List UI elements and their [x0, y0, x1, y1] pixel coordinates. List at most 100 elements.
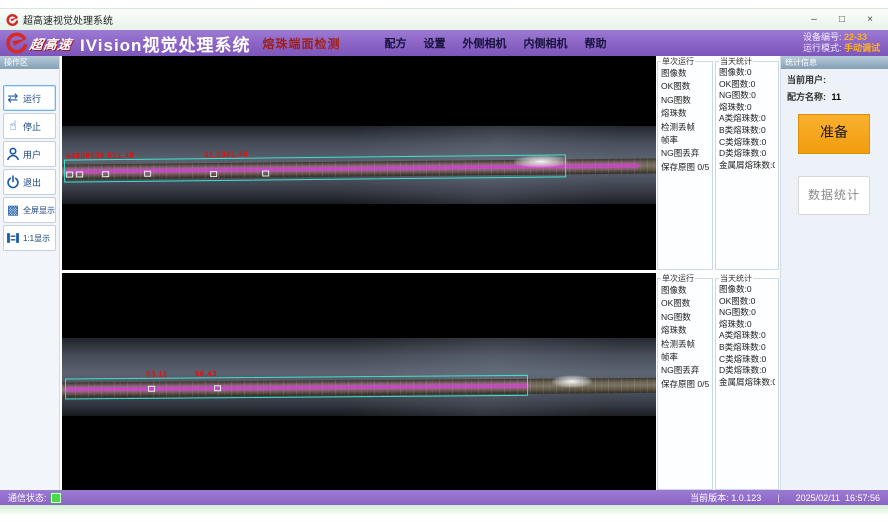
- stat-row: 保存原图 0/500: [661, 161, 709, 174]
- feature-box: [214, 385, 221, 391]
- recipe-name-value: 11: [832, 92, 842, 102]
- one-to-one-button[interactable]: 1:1显示: [3, 225, 56, 251]
- run-mode-label: 运行模式:: [803, 43, 842, 53]
- datetime: 2025/02/11 16:57:56: [796, 493, 880, 503]
- info-panel: 统计信息 当前用户: 配方名称: 11 准备 数据统计: [780, 56, 888, 490]
- feature-box: [210, 171, 217, 177]
- stat-row: C类熔珠数:0: [719, 137, 775, 149]
- hand-stop-icon: ☝: [5, 118, 21, 134]
- fullscreen-button[interactable]: ▩ 全屏显示: [3, 197, 56, 223]
- window-titlebar: 超高速视觉处理系统 – □ ×: [0, 8, 888, 30]
- stat-row: OK图数:0: [719, 296, 775, 308]
- separator: |: [777, 493, 779, 503]
- stat-row: NG图数: [661, 311, 709, 324]
- maximize-button[interactable]: □: [836, 14, 848, 25]
- feature-box: [148, 386, 155, 392]
- power-icon: [6, 175, 20, 189]
- stop-button[interactable]: ☝ 停止: [3, 113, 56, 139]
- window-controls: – □ ×: [808, 14, 882, 25]
- app-window: 超高速视觉处理系统 – □ × 超高速 IVision视觉处理系统 熔珠端面检测…: [0, 0, 888, 522]
- detection-overlay: 53.11 56.43: [62, 273, 656, 490]
- menu-bar: 配方 设置 外侧相机 内侧相机 帮助: [384, 35, 606, 51]
- recipe-row: 配方名称: 11: [781, 86, 888, 103]
- prepare-button[interactable]: 准备: [798, 114, 870, 154]
- feature-box: [102, 171, 109, 177]
- stat-row: 保存原图 0/500: [661, 378, 709, 391]
- reflection-highlight: [552, 375, 592, 387]
- page-title: IVision视觉处理系统: [80, 31, 250, 56]
- stat-row: B类熔珠数:0: [719, 125, 775, 137]
- statistics-area: 单次运行 图像数OK图数NG图数熔珠数检测丢帧帧率NG图丢弃保存原图 0/500…: [657, 56, 779, 490]
- user-button[interactable]: 用户: [3, 141, 56, 167]
- stat-row: 熔珠数:0: [719, 102, 775, 114]
- user-icon: [6, 147, 20, 161]
- stat-row: NG图数:0: [719, 90, 775, 102]
- stat-row: A类熔珠数:0: [719, 113, 775, 125]
- menu-item[interactable]: 设置: [423, 35, 445, 51]
- stat-row: NG图丢弃: [661, 147, 709, 160]
- stat-row: 检测丢帧: [661, 121, 709, 134]
- group-title: 当天统计: [719, 56, 753, 67]
- device-info: 设备编号: 22-33 运行模式: 手动调试: [803, 32, 880, 54]
- comm-status-label: 通信状态:: [8, 491, 47, 504]
- device-number-value: 22-33: [844, 32, 867, 42]
- feature-box: [76, 171, 83, 177]
- feature-box: [144, 171, 151, 177]
- close-button[interactable]: ×: [864, 14, 876, 25]
- device-number-label: 设备编号:: [803, 32, 842, 42]
- version-info: 当前版本: 1.0.123 | 2025/02/11 16:57:56: [690, 491, 880, 504]
- detection-box: [64, 154, 566, 182]
- stat-row: OK图数: [661, 297, 709, 310]
- measurement-annotation: 44808539.531.49: [66, 151, 134, 161]
- exit-button[interactable]: 退出: [3, 169, 56, 195]
- stat-row: OK图数: [661, 80, 709, 93]
- brand-name: 超高速: [28, 34, 73, 53]
- stat-row: D类熔珠数:0: [719, 365, 775, 377]
- app-logo-icon: [6, 14, 18, 26]
- comm-status: 通信状态:: [8, 491, 61, 504]
- taskbar-strip: [0, 505, 888, 514]
- comm-status-led: [51, 493, 61, 503]
- measurement-annotation: 31.5341.49: [204, 150, 248, 159]
- menu-item[interactable]: 配方: [384, 35, 406, 51]
- current-user-row: 当前用户:: [781, 69, 888, 86]
- stat-row: 熔珠数: [661, 324, 709, 337]
- stat-row: NG图数: [661, 94, 709, 107]
- stat-row: 帧率: [661, 134, 709, 147]
- app-header: 超高速 IVision视觉处理系统 熔珠端面检测 配方设置外侧相机内侧相机帮助 …: [0, 30, 888, 56]
- stat-row: 帧率: [661, 351, 709, 364]
- measurement-annotation: 56.43: [195, 369, 217, 378]
- data-statistics-button[interactable]: 数据统计: [798, 176, 870, 215]
- group-title: 当天统计: [719, 273, 753, 284]
- stat-row: C类熔珠数:0: [719, 354, 775, 366]
- one-to-one-icon: [6, 231, 20, 245]
- operation-buttons: ⇄ 运行 ☝ 停止 用户 退出: [0, 69, 59, 251]
- feature-box: [262, 170, 269, 176]
- operation-sidebar: 操作区 ⇄ 运行 ☝ 停止 用户 退: [0, 56, 60, 490]
- menu-item[interactable]: 帮助: [584, 35, 606, 51]
- stat-row: 图像数: [661, 67, 709, 80]
- stat-row: D类熔珠数:0: [719, 148, 775, 160]
- minimize-button[interactable]: –: [808, 14, 820, 25]
- status-bar: 通信状态: 当前版本: 1.0.123 | 2025/02/11 16:57:5…: [0, 490, 888, 505]
- detection-overlay: 44808539.531.49 31.5341.49: [62, 56, 656, 270]
- outer-camera-view[interactable]: 44808539.531.49 31.5341.49: [62, 56, 656, 270]
- stat-row: 金属屑熔珠数:0: [719, 377, 775, 389]
- fullscreen-icon: ▩: [5, 202, 21, 218]
- recipe-name-label: 配方名称:: [787, 92, 826, 102]
- run-icon: ⇄: [5, 90, 21, 106]
- menu-item[interactable]: 外侧相机: [462, 35, 506, 51]
- current-user-label: 当前用户:: [787, 75, 826, 85]
- menu-item[interactable]: 内侧相机: [523, 35, 567, 51]
- inner-camera-view[interactable]: 53.11 56.43: [62, 273, 656, 490]
- stats-info-header: 统计信息: [781, 56, 888, 69]
- version-value: 1.0.123: [731, 493, 761, 503]
- stat-row: 图像数:0: [719, 67, 775, 79]
- stat-row: B类熔珠数:0: [719, 342, 775, 354]
- group-title: 单次运行: [661, 56, 695, 67]
- run-button[interactable]: ⇄ 运行: [3, 85, 56, 111]
- stat-row: OK图数:0: [719, 79, 775, 91]
- feature-box: [66, 172, 73, 178]
- group-title: 单次运行: [661, 273, 695, 284]
- run-mode-value: 手动调试: [844, 43, 880, 53]
